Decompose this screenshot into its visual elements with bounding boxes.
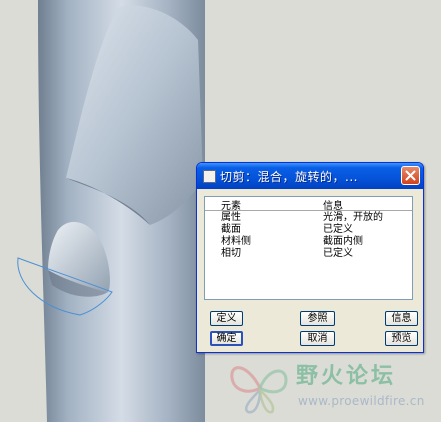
info-button[interactable]: 信息: [385, 311, 418, 326]
close-button[interactable]: [401, 166, 420, 185]
list-row-material-side[interactable]: 材料侧 截面内侧: [205, 236, 412, 248]
row-element: 属性: [221, 212, 241, 223]
dialog-titlebar[interactable]: 切剪：混合，旋转的，...: [197, 163, 423, 189]
row-element: 材料侧: [221, 236, 251, 247]
list-row-section[interactable]: 截面 已定义: [205, 224, 412, 236]
close-icon: [405, 170, 416, 181]
row-info: 光滑，开放的: [323, 212, 383, 223]
row-element: 截面: [221, 224, 241, 235]
row-info: 截面内侧: [323, 236, 363, 247]
row-info: 已定义: [323, 248, 353, 259]
dialog-title: 切剪：混合，旋转的，...: [220, 170, 358, 184]
define-button[interactable]: 定义: [210, 311, 243, 326]
column-header-element: 元素: [221, 201, 241, 212]
row-info: 已定义: [323, 224, 353, 235]
list-row-tangency[interactable]: 相切 已定义: [205, 248, 412, 260]
butterfly-logo-icon: [230, 366, 288, 414]
column-header-info: 信息: [323, 201, 343, 212]
preview-button[interactable]: 预览: [385, 331, 418, 346]
row-element: 相切: [221, 248, 241, 259]
watermark: 野火论坛 www.proewildfire.cn: [226, 352, 436, 418]
cut-feature-dialog: 切剪：混合，旋转的，... 元素 信息 属性 光滑，开放的 截面 已定义 材料侧…: [196, 162, 424, 353]
elements-list[interactable]: 元素 信息 属性 光滑，开放的 截面 已定义 材料侧 截面内侧 相切 已定义: [204, 196, 413, 300]
cancel-button[interactable]: 取消: [300, 331, 335, 346]
watermark-url: www.proewildfire.cn: [298, 394, 425, 408]
list-row-attributes[interactable]: 属性 光滑，开放的: [205, 212, 412, 224]
references-button[interactable]: 参照: [300, 311, 335, 326]
watermark-text: 野火论坛: [296, 364, 397, 389]
window-app-icon: [203, 170, 216, 183]
ok-button[interactable]: 确定: [210, 331, 243, 346]
list-header: 元素 信息: [205, 197, 412, 212]
